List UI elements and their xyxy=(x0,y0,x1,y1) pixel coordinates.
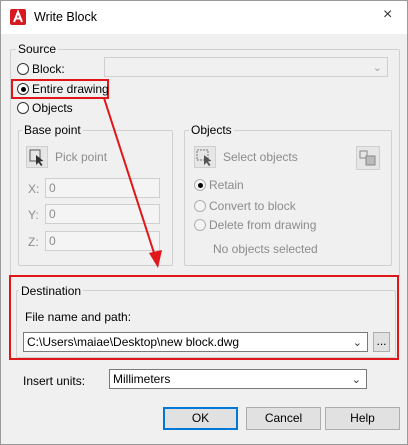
insert-units-dropdown[interactable]: Millimeters ⌄ xyxy=(109,369,367,389)
insert-units-label: Insert units: xyxy=(23,374,86,388)
chevron-down-icon: ⌄ xyxy=(351,374,361,386)
help-button[interactable]: Help xyxy=(325,407,400,430)
ok-button[interactable]: OK xyxy=(163,407,238,430)
cancel-button[interactable]: Cancel xyxy=(246,407,321,430)
insert-units-value[interactable]: Millimeters xyxy=(113,372,170,386)
